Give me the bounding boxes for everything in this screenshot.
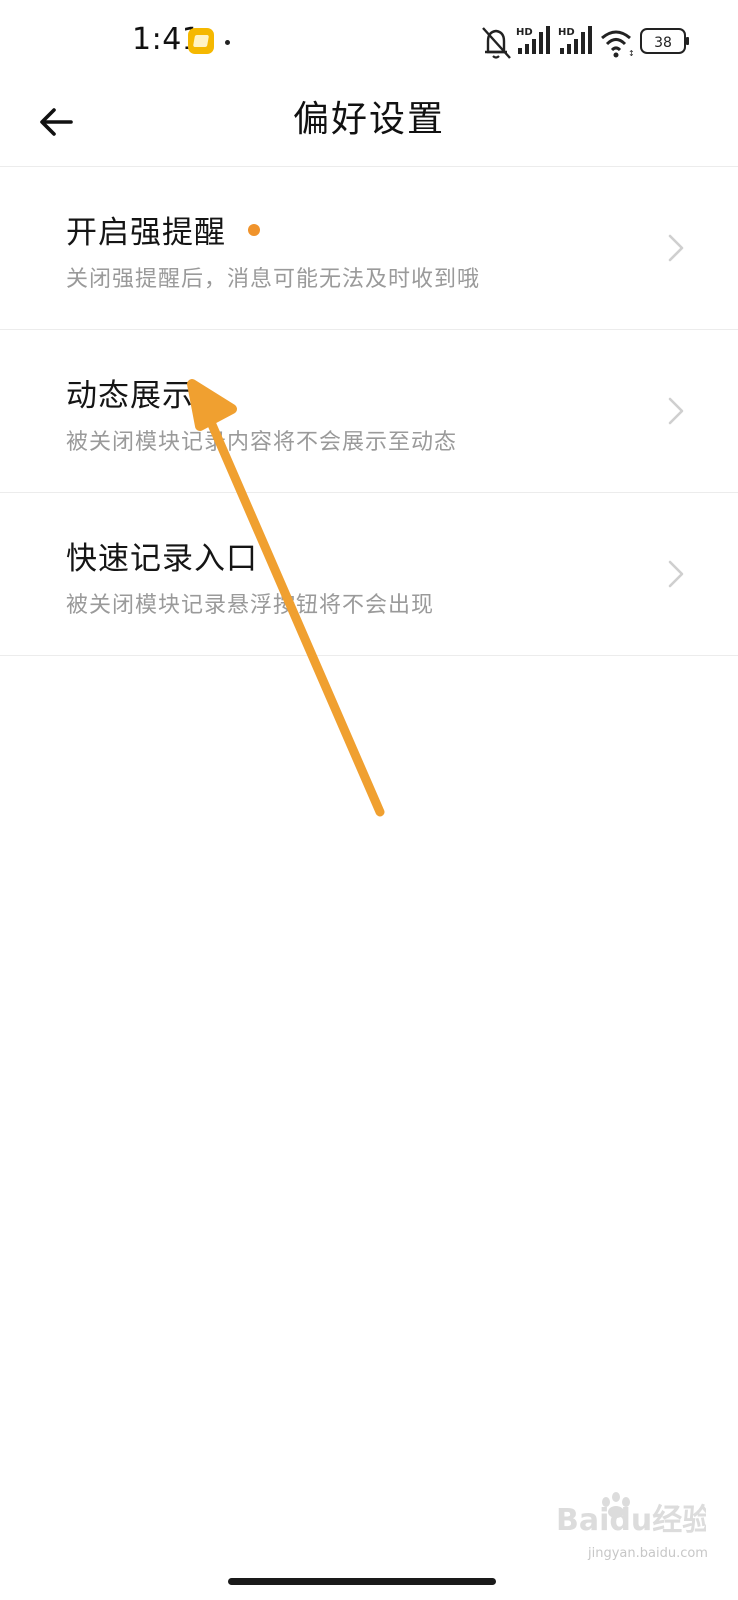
signal-2-icon: HD	[558, 26, 592, 54]
signal-1-icon: HD	[516, 26, 550, 54]
watermark-url: jingyan.baidu.com	[588, 1546, 708, 1561]
item-subtitle: 被关闭模块记录悬浮按钮将不会出现	[66, 593, 435, 618]
page-title: 偏好设置	[292, 99, 445, 140]
chevron-right-icon	[668, 397, 684, 425]
item-title: 动态展示	[66, 378, 194, 414]
new-indicator-dot	[248, 224, 260, 236]
status-icons: HD HD ↕ 38	[482, 26, 689, 59]
more-notifications-dot	[225, 40, 230, 45]
status-bar: 1:41 HD HD ↕ 38	[0, 0, 738, 84]
mute-icon	[482, 27, 511, 59]
settings-item-quick-record-entry[interactable]: 快速记录入口 被关闭模块记录悬浮按钮将不会出现	[0, 493, 738, 656]
battery-icon: 38	[640, 28, 689, 54]
item-subtitle: 关闭强提醒后，消息可能无法及时收到哦	[66, 267, 481, 292]
wifi-icon: ↕	[601, 30, 635, 58]
settings-list: 开启强提醒 关闭强提醒后，消息可能无法及时收到哦 动态展示 被关闭模块记录内容将…	[0, 167, 738, 656]
item-subtitle: 被关闭模块记录内容将不会展示至动态	[66, 430, 458, 455]
screen: 1:41 HD HD ↕ 38 偏好设置 开启强提醒 关闭强提醒后，消息可能无法…	[0, 0, 738, 1600]
settings-item-feed-display[interactable]: 动态展示 被关闭模块记录内容将不会展示至动态	[0, 330, 738, 493]
item-title: 快速记录入口	[66, 541, 258, 577]
settings-item-strong-reminder[interactable]: 开启强提醒 关闭强提醒后，消息可能无法及时收到哦	[0, 167, 738, 330]
svg-text:Baidu经验: Baidu经验	[556, 1503, 706, 1538]
svg-text:HD: HD	[558, 27, 575, 38]
chevron-right-icon	[668, 560, 684, 588]
header: 偏好设置	[0, 84, 738, 167]
svg-text:HD: HD	[516, 27, 533, 38]
item-title: 开启强提醒	[66, 215, 226, 251]
home-indicator[interactable]	[228, 1578, 496, 1585]
chevron-right-icon	[668, 234, 684, 262]
notification-app-icon	[188, 28, 214, 54]
svg-text:38: 38	[654, 35, 672, 51]
svg-text:↕: ↕	[628, 49, 635, 58]
